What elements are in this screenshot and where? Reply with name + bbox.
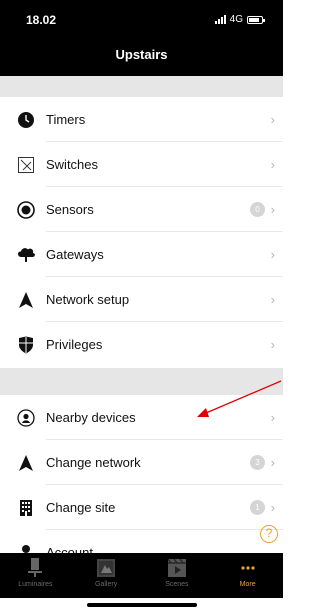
network-a-icon (16, 453, 36, 473)
signal-icon (214, 15, 226, 24)
tab-luminaires[interactable]: Luminaires (0, 553, 71, 598)
tab-label: Scenes (165, 581, 189, 588)
network-a-icon (16, 290, 36, 310)
building-icon (16, 498, 36, 518)
menu-item-sensors[interactable]: Sensors 0 › (0, 187, 283, 232)
sensor-icon (16, 200, 36, 220)
page-title: Upstairs (115, 47, 168, 62)
tab-gallery[interactable]: Gallery (71, 553, 142, 598)
chevron-right-icon: › (270, 455, 275, 470)
menu-item-label: Nearby devices (46, 410, 136, 425)
menu-item-label: Timers (46, 112, 86, 127)
chevron-right-icon: › (270, 112, 275, 127)
menu-item-label: Gateways (46, 247, 104, 262)
menu-item-label: Sensors (46, 202, 94, 217)
battery-icon (247, 15, 265, 24)
chevron-right-icon: › (270, 410, 275, 425)
count-badge: 1 (250, 500, 265, 515)
scenes-icon (167, 558, 187, 578)
tab-label: Gallery (95, 581, 118, 588)
menu-item-label: Network setup (46, 292, 130, 307)
nav-header: Upstairs (0, 38, 283, 76)
menu-item-label: Change site (46, 500, 116, 515)
chevron-right-icon: › (270, 202, 275, 217)
tab-bar: Luminaires Gallery Scenes More (0, 553, 283, 598)
menu-item-label: Switches (46, 157, 99, 172)
chevron-right-icon: › (270, 500, 275, 515)
menu-item-label: Change network (46, 455, 141, 470)
tab-label: Luminaires (18, 581, 53, 588)
gallery-icon (96, 558, 116, 578)
menu-item-privileges[interactable]: Privileges › (0, 322, 283, 367)
menu-item-gateways[interactable]: Gateways › (0, 232, 283, 277)
status-time: 18.02 (26, 13, 57, 27)
menu-item-label: Privileges (46, 337, 103, 352)
help-button[interactable]: ? (260, 525, 278, 543)
chevron-right-icon: › (270, 157, 275, 172)
status-indicators: 4G (214, 14, 265, 25)
menu-item-timers[interactable]: Timers › (0, 97, 283, 142)
nearby-device-icon (16, 408, 36, 428)
section-gap-top (0, 76, 283, 97)
status-bar: 18.02 4G (0, 0, 283, 38)
tab-scenes[interactable]: Scenes (142, 553, 213, 598)
menu-item-change-site[interactable]: Change site 1 › (0, 485, 283, 530)
tab-more[interactable]: More (212, 553, 283, 598)
count-badge: 0 (250, 202, 265, 217)
home-indicator-area (0, 598, 283, 614)
tab-label: More (239, 581, 256, 588)
chevron-right-icon: › (270, 292, 275, 307)
luminaire-icon (25, 558, 45, 578)
home-indicator[interactable] (87, 603, 197, 607)
menu-item-change-network[interactable]: Change network 3 › (0, 440, 283, 485)
shield-icon (16, 335, 36, 355)
count-badge: 3 (250, 455, 265, 470)
clock-icon (16, 110, 36, 130)
menu-item-switches[interactable]: Switches › (0, 142, 283, 187)
menu-item-nearby-devices[interactable]: Nearby devices › (0, 395, 283, 440)
network-type: 4G (229, 14, 243, 25)
switch-icon (16, 155, 36, 175)
more-dots-icon (238, 558, 258, 578)
chevron-right-icon: › (270, 247, 275, 262)
gateway-cloud-icon (16, 245, 36, 265)
section-gap-middle (0, 368, 283, 395)
chevron-right-icon: › (270, 337, 275, 352)
menu-item-network-setup[interactable]: Network setup › (0, 277, 283, 322)
